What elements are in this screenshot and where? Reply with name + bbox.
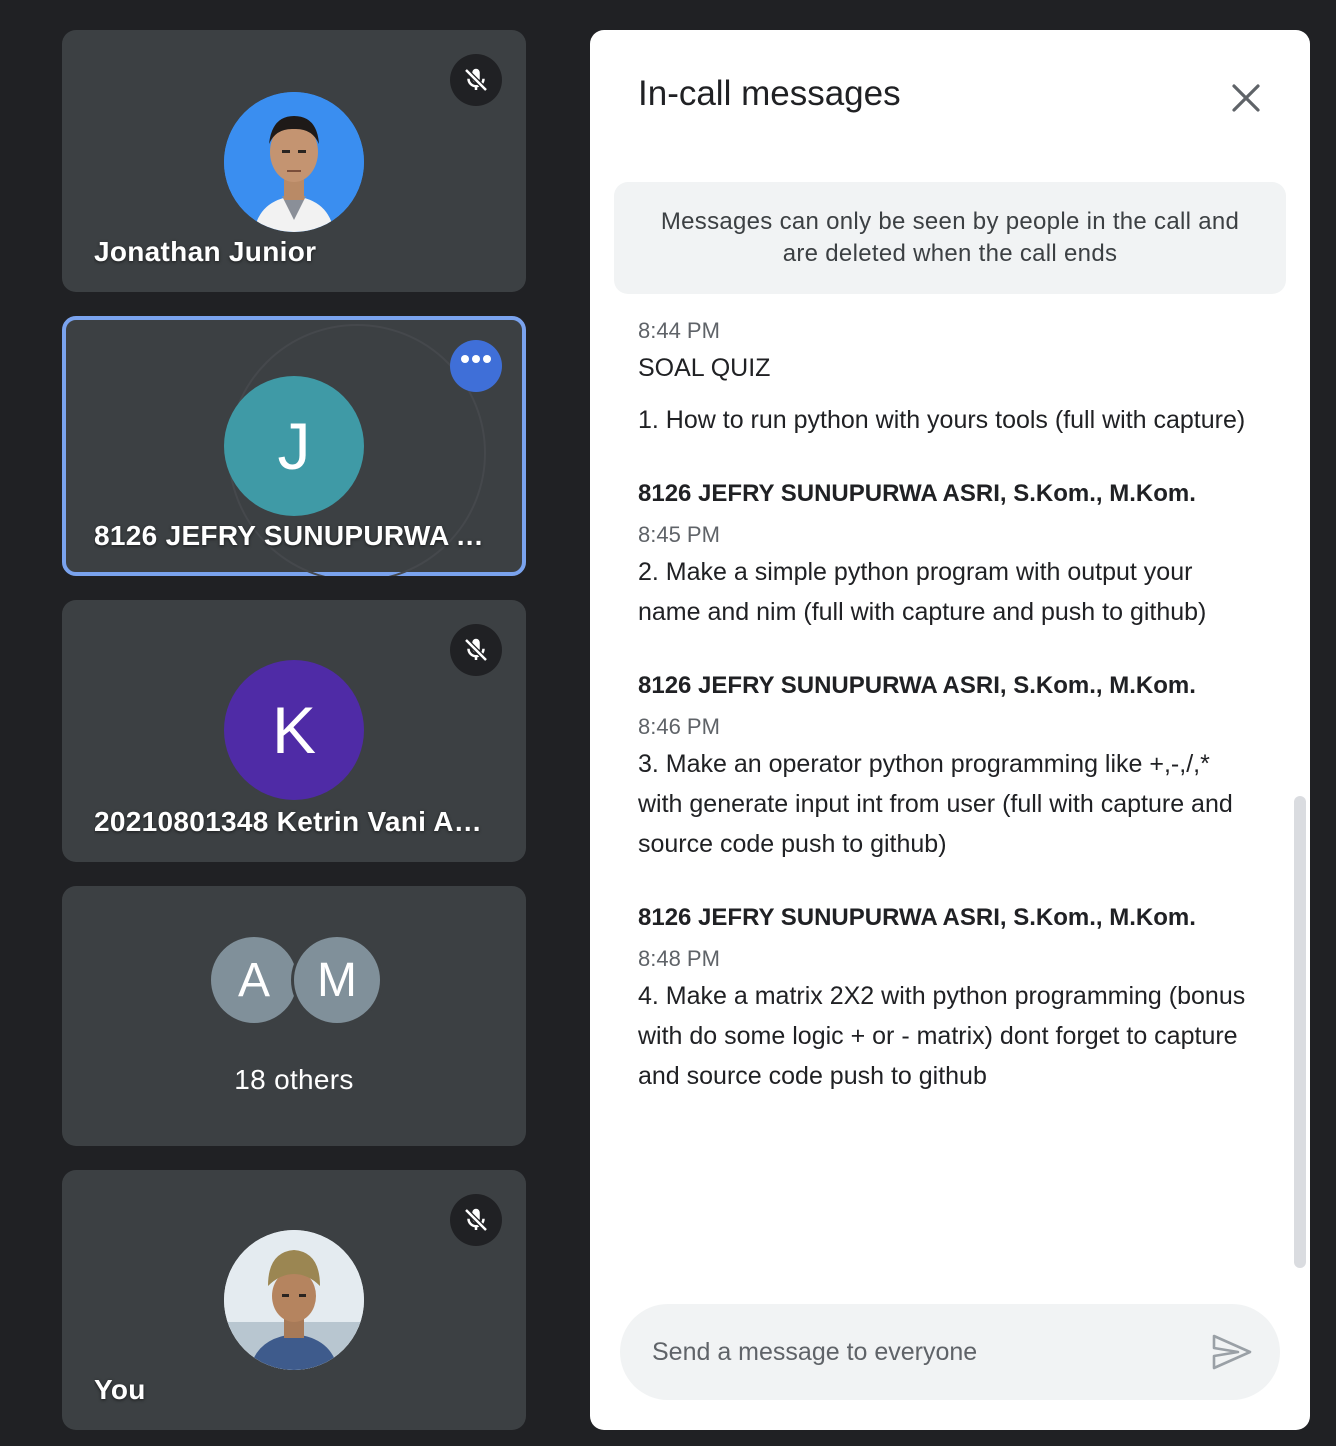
message-group: 8126 JEFRY SUNUPURWA ASRI, S.Kom., M.Kom… [638, 480, 1248, 632]
others-count-label: 18 others [234, 1064, 354, 1095]
privacy-notice: Messages can only be seen by people in t… [614, 182, 1286, 294]
participant-tile-jonathan[interactable]: Jonathan Junior [62, 30, 526, 292]
send-button[interactable] [1210, 1330, 1254, 1374]
avatar-initial: M [291, 934, 383, 1026]
mic-off-icon [450, 624, 502, 676]
message-group: 8126 JEFRY SUNUPURWA ASRI, S.Kom., M.Kom… [638, 672, 1248, 864]
message-text: 3. Make an operator python programming l… [638, 750, 1233, 858]
message-input[interactable] [652, 1304, 1172, 1400]
message-time: 8:45 PM [638, 522, 720, 547]
participant-tile-others[interactable]: A M 18 others [62, 886, 526, 1146]
message-time: 8:44 PM [638, 318, 720, 343]
message-text: 1. How to run python with yours tools (f… [638, 406, 1246, 434]
participant-name: 20210801348 Ketrin Vani An... [94, 806, 494, 837]
message-sender: 8126 JEFRY SUNUPURWA ASRI, S.Kom., M.Kom… [638, 672, 1196, 699]
avatar-photo [224, 1230, 364, 1370]
avatar-photo [224, 92, 364, 232]
participant-name: Jonathan Junior [94, 236, 317, 267]
message-time: 8:48 PM [638, 946, 720, 971]
message-sender: 8126 JEFRY SUNUPURWA ASRI, S.Kom., M.Kom… [638, 904, 1196, 931]
more-horizontal-icon [461, 355, 491, 363]
message-composer [620, 1304, 1280, 1400]
more-options-button[interactable] [450, 340, 502, 392]
message-list: 8:44 PM SOAL QUIZ 1. How to run python w… [638, 310, 1248, 1136]
message-group: 8:44 PM SOAL QUIZ 1. How to run python w… [638, 318, 1248, 440]
avatar-initial: A [208, 934, 300, 1026]
mic-off-icon [450, 54, 502, 106]
mic-off-icon [450, 1194, 502, 1246]
message-text: 2. Make a simple python program with out… [638, 558, 1207, 626]
message-group: 8126 JEFRY SUNUPURWA ASRI, S.Kom., M.Kom… [638, 904, 1248, 1096]
scrollbar[interactable] [1294, 796, 1306, 1268]
close-icon [1232, 84, 1260, 112]
participant-tile-you[interactable]: You [62, 1170, 526, 1430]
send-icon [1212, 1334, 1252, 1370]
message-text: SOAL QUIZ [638, 354, 771, 382]
panel-title: In-call messages [638, 74, 901, 113]
participant-name: 8126 JEFRY SUNUPURWA AS... [94, 520, 494, 551]
chat-panel: In-call messages Messages can only be se… [590, 30, 1310, 1430]
close-button[interactable] [1222, 74, 1270, 122]
participant-name: You [94, 1374, 146, 1405]
participant-tile-ketrin[interactable]: K 20210801348 Ketrin Vani An... [62, 600, 526, 862]
participant-tile-jefry[interactable]: J 8126 JEFRY SUNUPURWA AS... [62, 316, 526, 576]
avatar-initial: K [224, 660, 364, 800]
message-time: 8:46 PM [638, 714, 720, 739]
message-text: 4. Make a matrix 2X2 with python program… [638, 982, 1246, 1090]
avatar-initial: J [224, 376, 364, 516]
message-sender: 8126 JEFRY SUNUPURWA ASRI, S.Kom., M.Kom… [638, 480, 1196, 507]
meet-stage: Jonathan Junior J 8126 JEFRY SUNUPURWA A… [0, 0, 1336, 1446]
